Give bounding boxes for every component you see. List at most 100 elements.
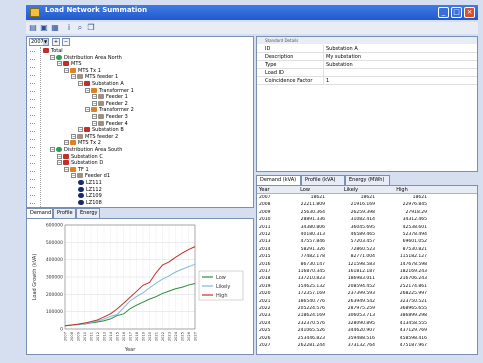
gutter-tick: [30, 131, 35, 132]
collapse-icon[interactable]: −: [92, 120, 97, 126]
table-row[interactable]: 2025 241065.526 344620.907 437129.769: [257, 328, 477, 334]
table-row[interactable]: 2014 58291.326 72860.523 87530.821: [257, 247, 477, 253]
table-row[interactable]: 2015 77482.178 82771.004 115182.127: [257, 254, 477, 260]
year-select[interactable]: 2007 ▼: [29, 38, 49, 46]
gutter-tick: [30, 99, 35, 100]
maximize-button[interactable]: □: [451, 7, 462, 18]
x-tick-label: 2027: [194, 332, 198, 341]
cell-high: 268225.997: [399, 291, 427, 297]
copy-icon[interactable]: ❐: [86, 23, 96, 33]
collapse-icon[interactable]: −: [64, 166, 69, 172]
tree-node[interactable]: LZ108: [78, 199, 102, 207]
header-likely[interactable]: Likely: [327, 186, 375, 194]
tree-node-label: Substation A: [92, 81, 124, 87]
collapse-icon[interactable]: −: [50, 54, 55, 60]
tree-node-label: Feeder d1: [85, 173, 111, 180]
find-icon[interactable]: ⌕: [75, 23, 85, 33]
cell-low: 253446.823: [297, 335, 325, 341]
y-tick-label: 600000: [46, 223, 63, 229]
collapse-all-button[interactable]: −: [62, 38, 70, 46]
cell-low: 218624.169: [297, 313, 325, 319]
tab-profile[interactable]: Profile: [53, 208, 76, 218]
cell-year: 2022: [259, 306, 271, 311]
open-icon[interactable]: ▤: [28, 23, 38, 33]
x-tick-label: 2024: [174, 331, 178, 341]
collapse-icon[interactable]: −: [78, 127, 83, 133]
x-tick-label: 2011: [90, 332, 94, 341]
tree-node-label: Feeder 2: [106, 100, 128, 107]
table-row[interactable]: 2027 262281.244 373132.764 475187.967: [257, 343, 477, 349]
table-row[interactable]: 2026 253446.823 359488.516 458598.416: [257, 336, 477, 342]
cell-year: 2017: [259, 269, 271, 274]
collapse-icon[interactable]: −: [71, 173, 76, 179]
table-row[interactable]: 2013 47557.846 57203.457 69601.052: [257, 239, 477, 245]
x-tick-label: 2018: [135, 331, 139, 341]
property-row[interactable]: Load ID: [257, 69, 477, 77]
collapse-icon[interactable]: −: [78, 81, 83, 86]
table-row[interactable]: 2017 116870.345 161812.187 182169.243: [257, 269, 477, 275]
cell-likely: 359488.516: [347, 335, 375, 341]
title-bar: Load Network Summation _ □ ×: [26, 5, 478, 20]
property-value[interactable]: [323, 69, 473, 77]
table-row[interactable]: 2019 154625.132 208594.452 252174.861: [257, 284, 477, 290]
table-row[interactable]: 2007 18621 18621 18621: [257, 195, 477, 201]
property-row[interactable]: Type Substation: [257, 61, 477, 69]
expand-all-button[interactable]: +: [52, 38, 60, 46]
collapse-icon[interactable]: −: [57, 153, 62, 159]
info-icon[interactable]: ⅰ: [64, 23, 74, 33]
collapse-icon[interactable]: −: [85, 87, 90, 93]
property-row[interactable]: Coincidence Factor 1: [257, 77, 477, 85]
table-row[interactable]: 2023 218624.169 306053.713 386899.298: [257, 313, 477, 319]
collapse-icon[interactable]: −: [71, 74, 76, 80]
header-high[interactable]: High: [377, 186, 427, 194]
collapse-icon[interactable]: −: [85, 107, 90, 113]
gutter-tick: [30, 171, 35, 172]
table-row[interactable]: 2012 40180.313 46589.465 52378.494: [257, 232, 477, 238]
tab-demand[interactable]: Demand: [26, 208, 53, 218]
table-row[interactable]: 2016 86730.147 121598.583 147678.598: [257, 262, 477, 268]
cell-year: 2016: [259, 261, 271, 267]
transformer-icon: [70, 67, 76, 73]
collapse-icon[interactable]: −: [57, 160, 62, 166]
collapse-icon[interactable]: −: [71, 133, 76, 139]
tab-demand-kva[interactable]: Demand (kVA): [256, 175, 301, 185]
collapse-icon[interactable]: −: [50, 147, 55, 152]
cell-likely: 82771.004: [350, 254, 375, 260]
property-row[interactable]: Description My substation: [257, 53, 477, 61]
tab-energy-mwh[interactable]: Energy (MWh): [345, 175, 390, 185]
property-value[interactable]: Substation: [323, 61, 473, 69]
table-row[interactable]: 2020 172357.169 237399.593 268225.997: [257, 291, 477, 297]
table-row[interactable]: 2010 28891.336 31082.414 34312.465: [257, 217, 477, 223]
header-year[interactable]: Year: [259, 186, 281, 194]
property-value[interactable]: Substation A: [323, 45, 473, 53]
table-row[interactable]: 2009 25630.364 26259.398 27918.29: [257, 210, 477, 216]
cell-low: 137210.823: [297, 276, 325, 282]
table-row[interactable]: 2018 137210.823 186983.011 216706.243: [257, 276, 477, 282]
application-window: Load Network Summation _ □ × ▤ ▣ ▦ ⅰ ⌕ ❐…: [0, 0, 483, 363]
property-value[interactable]: My substation: [323, 53, 473, 61]
table-row[interactable]: 2022 205224.576 287975.259 368965.655: [257, 306, 477, 312]
cell-high: 252174.861: [399, 283, 427, 289]
property-row[interactable]: ID Substation A: [257, 45, 477, 53]
export-icon[interactable]: ▦: [50, 23, 60, 33]
collapse-icon[interactable]: −: [64, 67, 69, 73]
gutter-tick: [30, 203, 35, 204]
table-row[interactable]: 2008 22211.809 21916.169 22976.845: [257, 202, 477, 208]
collapse-icon[interactable]: −: [92, 100, 97, 106]
collapse-icon[interactable]: −: [92, 114, 97, 119]
header-low[interactable]: Low: [285, 186, 325, 194]
property-value[interactable]: 1: [323, 77, 473, 85]
collapse-icon[interactable]: −: [57, 61, 62, 67]
table-row[interactable]: 2011 34380.806 36045.695 42538.601: [257, 225, 477, 231]
tab-energy[interactable]: Energy: [76, 208, 100, 218]
close-button[interactable]: ×: [464, 7, 475, 18]
collapse-icon[interactable]: −: [64, 140, 69, 146]
tab-profile-kva[interactable]: Profile (kVA): [301, 175, 345, 185]
collapse-icon[interactable]: −: [92, 94, 97, 100]
minimize-button[interactable]: _: [438, 7, 449, 18]
table-row[interactable]: 2021 186540.776 263949.542 323750.521: [257, 299, 477, 305]
save-icon[interactable]: ▣: [39, 23, 49, 33]
table-row[interactable]: 2024 232370.576 328090.895 413458.555: [257, 321, 477, 327]
x-tick-label: 2021: [155, 332, 159, 341]
cell-low: 232370.576: [297, 320, 325, 326]
